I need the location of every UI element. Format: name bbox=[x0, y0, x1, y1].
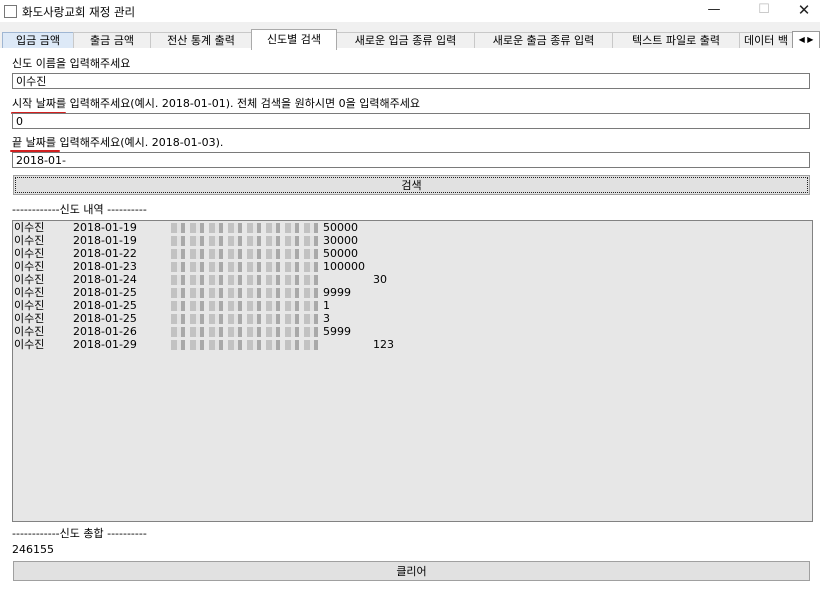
redacted-entry bbox=[171, 236, 321, 246]
entry-date: 2018-01-25 bbox=[73, 312, 137, 325]
list-item[interactable]: 이수진 2018-01-25 1 bbox=[13, 299, 812, 312]
member-name: 이수진 bbox=[14, 273, 45, 286]
entry-amount: 30 bbox=[373, 273, 387, 286]
redacted-entry bbox=[171, 301, 321, 311]
redacted-entry bbox=[171, 340, 321, 350]
member-name: 이수진 bbox=[14, 247, 45, 260]
entry-date: 2018-01-24 bbox=[73, 273, 137, 286]
entry-amount: 123 bbox=[373, 338, 394, 351]
list-item[interactable]: 이수진 2018-01-25 9999 bbox=[13, 286, 812, 299]
tab-statistics-output[interactable]: 전산 통계 출력 bbox=[150, 32, 252, 49]
tab-text-file-output[interactable]: 텍스트 파일로 출력 bbox=[612, 32, 740, 49]
redacted-entry bbox=[171, 262, 321, 272]
name-input[interactable] bbox=[12, 73, 810, 89]
redacted-entry bbox=[171, 327, 321, 337]
member-name: 이수진 bbox=[14, 234, 45, 247]
tab-strip: 입금 금액 출금 금액 전산 통계 출력 신도별 검색 새로운 입금 종류 입력… bbox=[0, 29, 820, 50]
entry-amount: 1 bbox=[323, 299, 330, 312]
member-name: 이수진 bbox=[14, 312, 45, 325]
search-button[interactable]: 검색 bbox=[13, 175, 810, 195]
tab-new-withdrawal-type[interactable]: 새로운 출금 종류 입력 bbox=[474, 32, 613, 49]
entry-amount: 30000 bbox=[323, 234, 358, 247]
entry-date: 2018-01-19 bbox=[73, 234, 137, 247]
total-header: ------------신도 총합 ---------- bbox=[12, 527, 147, 540]
start-date-label: 시작 날짜를 입력해주세요(예시. 2018-01-01). 전체 검색을 원하… bbox=[12, 97, 420, 110]
member-name: 이수진 bbox=[14, 221, 45, 234]
app-icon bbox=[4, 5, 17, 18]
history-header: ------------신도 내역 ---------- bbox=[12, 203, 147, 216]
maximize-button[interactable]: ☐ bbox=[742, 0, 786, 22]
list-item[interactable]: 이수진 2018-01-29 123 bbox=[13, 338, 812, 351]
list-item[interactable]: 이수진 2018-01-24 30 bbox=[13, 273, 812, 286]
entry-amount: 5999 bbox=[323, 325, 351, 338]
clear-button[interactable]: 클리어 bbox=[13, 561, 810, 581]
entry-date: 2018-01-26 bbox=[73, 325, 137, 338]
entry-date: 2018-01-23 bbox=[73, 260, 137, 273]
start-date-input[interactable] bbox=[12, 113, 810, 129]
member-name: 이수진 bbox=[14, 286, 45, 299]
minimize-button[interactable]: — bbox=[692, 0, 736, 22]
member-search-panel: 신도 이름을 입력해주세요 시작 날짜를 입력해주세요(예시. 2018-01-… bbox=[0, 48, 820, 600]
redacted-entry bbox=[171, 223, 321, 233]
member-name: 이수진 bbox=[14, 338, 45, 351]
end-date-label: 끝 날짜를 입력해주세요(예시. 2018-01-03). bbox=[12, 136, 224, 149]
list-item[interactable]: 이수진 2018-01-26 5999 bbox=[13, 325, 812, 338]
redacted-entry bbox=[171, 275, 321, 285]
entry-date: 2018-01-29 bbox=[73, 338, 137, 351]
name-label: 신도 이름을 입력해주세요 bbox=[12, 57, 131, 70]
list-item[interactable]: 이수진 2018-01-19 50000 bbox=[13, 221, 812, 234]
end-date-input[interactable] bbox=[12, 152, 810, 168]
list-item[interactable]: 이수진 2018-01-22 50000 bbox=[13, 247, 812, 260]
entry-amount: 50000 bbox=[323, 221, 358, 234]
entry-amount: 100000 bbox=[323, 260, 365, 273]
member-name: 이수진 bbox=[14, 299, 45, 312]
list-item[interactable]: 이수진 2018-01-23 100000 bbox=[13, 260, 812, 273]
total-value: 246155 bbox=[12, 543, 54, 556]
redacted-entry bbox=[171, 288, 321, 298]
entry-date: 2018-01-22 bbox=[73, 247, 137, 260]
redacted-entry bbox=[171, 249, 321, 259]
entry-amount: 3 bbox=[323, 312, 330, 325]
tab-new-deposit-type[interactable]: 새로운 입금 종류 입력 bbox=[336, 32, 475, 49]
tab-member-search[interactable]: 신도별 검색 bbox=[251, 29, 337, 50]
tab-scroll-arrows[interactable]: ◀ ▶ bbox=[792, 31, 820, 49]
entry-date: 2018-01-25 bbox=[73, 299, 137, 312]
redacted-entry bbox=[171, 314, 321, 324]
entry-date: 2018-01-19 bbox=[73, 221, 137, 234]
list-item[interactable]: 이수진 2018-01-25 3 bbox=[13, 312, 812, 325]
tab-withdrawal-amount[interactable]: 출금 금액 bbox=[73, 32, 151, 49]
entry-date: 2018-01-25 bbox=[73, 286, 137, 299]
member-name: 이수진 bbox=[14, 260, 45, 273]
tab-data-backup[interactable]: 데이터 백 bbox=[739, 32, 793, 49]
close-button[interactable]: ✕ bbox=[782, 0, 820, 22]
title-bar: 화도사랑교회 재정 관리 — ☐ ✕ bbox=[0, 0, 820, 22]
history-list[interactable]: 이수진 2018-01-19 50000 이수진 2018-01-19 3000… bbox=[12, 220, 813, 522]
entry-amount: 50000 bbox=[323, 247, 358, 260]
list-item[interactable]: 이수진 2018-01-19 30000 bbox=[13, 234, 812, 247]
tab-deposit-amount[interactable]: 입금 금액 bbox=[2, 32, 74, 49]
window-title: 화도사랑교회 재정 관리 bbox=[22, 5, 136, 19]
entry-amount: 9999 bbox=[323, 286, 351, 299]
member-name: 이수진 bbox=[14, 325, 45, 338]
